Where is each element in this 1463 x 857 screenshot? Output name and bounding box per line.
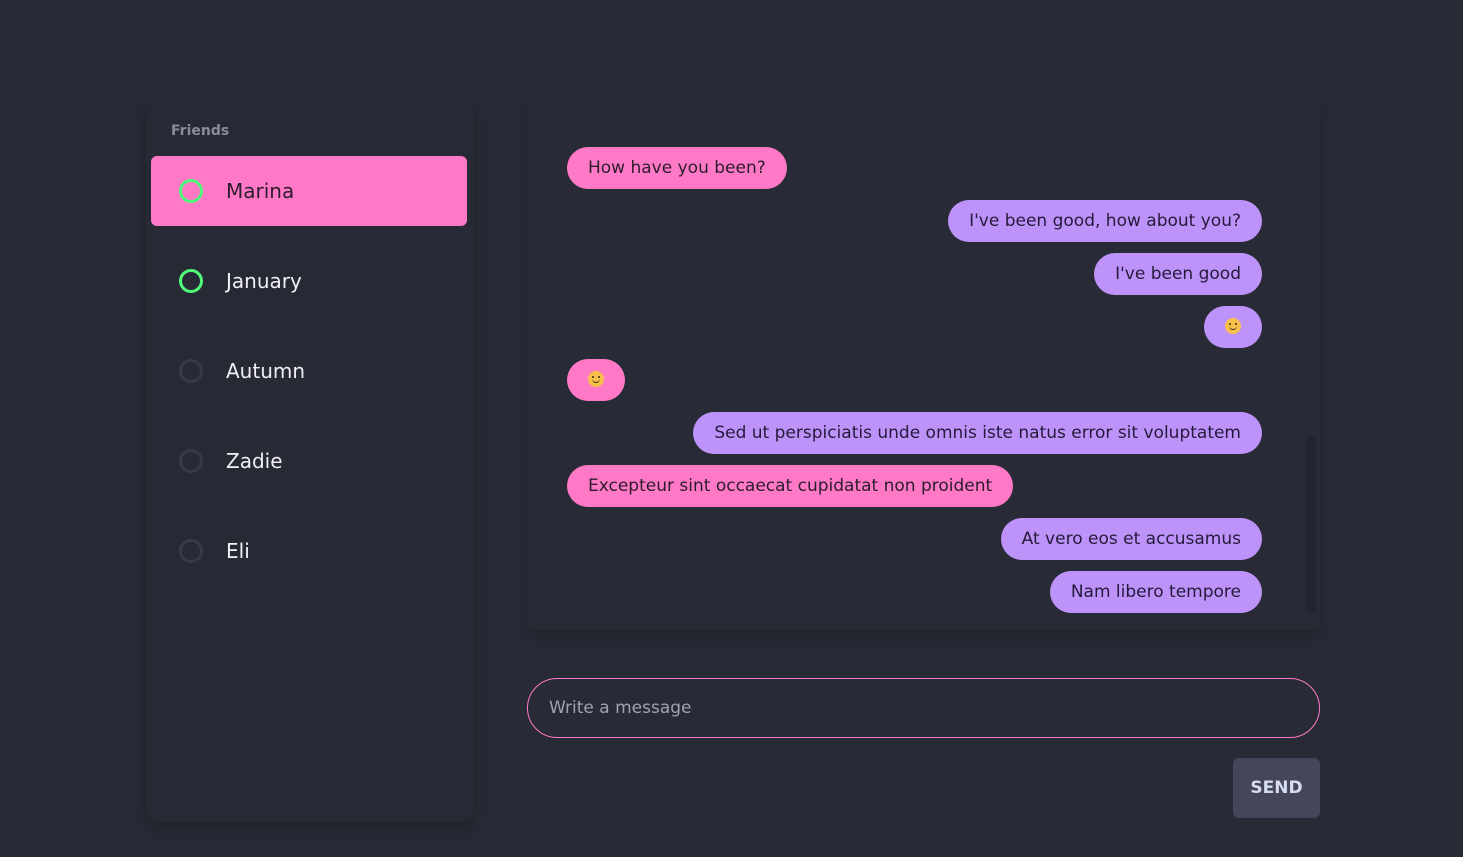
message-row: Excepteur sint occaecat cupidatat non pr… bbox=[567, 465, 1262, 507]
friend-item-january[interactable]: January bbox=[151, 246, 467, 316]
send-button[interactable]: SEND bbox=[1233, 758, 1320, 818]
chat-panel: How have you been? I've been good, how a… bbox=[527, 96, 1320, 630]
message-row: Sed ut perspiciatis unde omnis iste natu… bbox=[567, 412, 1262, 454]
smiley-icon bbox=[1225, 317, 1241, 334]
message-list: How have you been? I've been good, how a… bbox=[567, 147, 1262, 624]
message-row bbox=[567, 306, 1262, 348]
offline-status-icon bbox=[179, 359, 203, 383]
friend-name: January bbox=[226, 269, 302, 293]
outgoing-message-bubble: I've been good, how about you? bbox=[948, 200, 1262, 242]
message-row bbox=[567, 359, 1262, 401]
online-status-icon bbox=[179, 179, 203, 203]
online-status-icon bbox=[179, 269, 203, 293]
message-scrollbar[interactable] bbox=[1306, 435, 1316, 614]
friend-name: Autumn bbox=[226, 359, 306, 383]
friend-item-eli[interactable]: Eli bbox=[151, 516, 467, 586]
friend-item-autumn[interactable]: Autumn bbox=[151, 336, 467, 406]
message-row: I've been good, how about you? bbox=[567, 200, 1262, 242]
outgoing-message-bubble: Nam libero tempore bbox=[1049, 571, 1262, 613]
friend-item-zadie[interactable]: Zadie bbox=[151, 426, 467, 496]
friend-name: Marina bbox=[226, 179, 295, 203]
outgoing-message-bubble: I've been good bbox=[1094, 253, 1262, 295]
message-row: Nam libero tempore bbox=[567, 571, 1262, 613]
outgoing-message-bubble: Sed ut perspiciatis unde omnis iste natu… bbox=[693, 412, 1262, 454]
friend-list: Marina January Autumn Zadie Eli bbox=[151, 156, 467, 606]
sidebar-title: Friends bbox=[171, 123, 230, 139]
incoming-message-bubble: How have you been? bbox=[567, 147, 787, 189]
message-row: At vero eos et accusamus bbox=[567, 518, 1262, 560]
outgoing-message-bubble bbox=[1204, 306, 1262, 348]
incoming-message-bubble bbox=[567, 359, 625, 401]
friends-sidebar: Friends Marina January Autumn Zadie Eli bbox=[146, 96, 474, 822]
incoming-message-bubble: Excepteur sint occaecat cupidatat non pr… bbox=[567, 465, 1014, 507]
message-row: I've been good bbox=[567, 253, 1262, 295]
smiley-icon bbox=[588, 370, 604, 387]
offline-status-icon bbox=[179, 539, 203, 563]
friend-item-marina[interactable]: Marina bbox=[151, 156, 467, 226]
outgoing-message-bubble: At vero eos et accusamus bbox=[1000, 518, 1262, 560]
friend-name: Zadie bbox=[226, 449, 283, 473]
friend-name: Eli bbox=[226, 539, 250, 563]
message-row: How have you been? bbox=[567, 147, 1262, 189]
offline-status-icon bbox=[179, 449, 203, 473]
message-input[interactable] bbox=[527, 678, 1320, 738]
